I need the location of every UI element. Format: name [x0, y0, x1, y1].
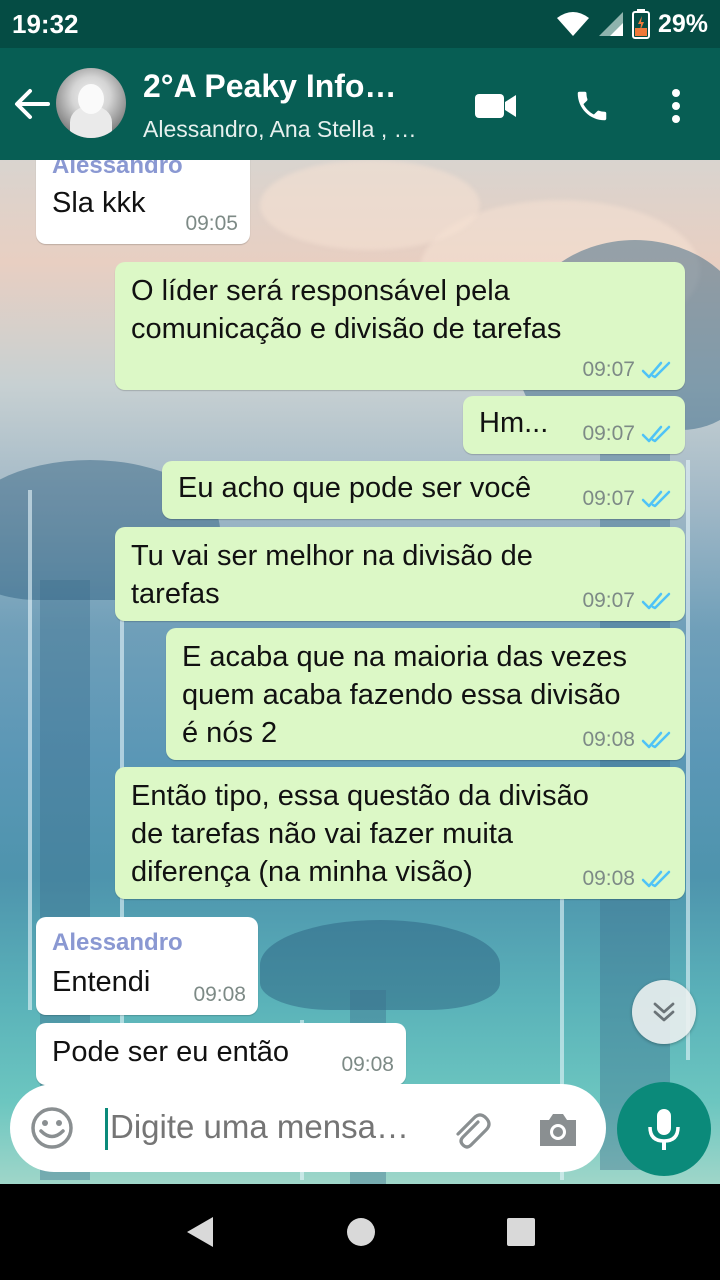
group-avatar[interactable]	[56, 68, 126, 138]
message-bubble-outgoing[interactable]: Hm... 09:07	[463, 396, 685, 454]
voice-message-button[interactable]	[617, 1082, 711, 1176]
message-time: 09:08	[193, 983, 246, 1006]
message-time: 09:07	[582, 487, 635, 510]
status-bar: 19:32 29%	[0, 0, 720, 48]
message-time: 09:08	[582, 728, 635, 751]
arrow-back-icon	[15, 89, 50, 119]
message-bubble-outgoing[interactable]: O líder será responsável pela comunicaçã…	[115, 262, 685, 390]
chat-title[interactable]: 2°A Peaky Info…	[143, 68, 396, 105]
double-check-icon	[641, 425, 671, 443]
chat-header: 2°A Peaky Info… Alessandro, Ana Stella ,…	[0, 48, 720, 160]
message-bubble-outgoing[interactable]: Tu vai ser melhor na divisão de tarefas …	[115, 527, 685, 621]
message-time: 09:07	[582, 358, 635, 381]
message-text: E acaba que na maioria das vezes quem ac…	[182, 641, 627, 749]
message-meta: 09:07	[582, 358, 673, 382]
double-check-icon	[641, 870, 671, 888]
message-text: Hm...	[479, 407, 549, 439]
double-check-icon	[641, 731, 671, 749]
text-caret	[105, 1108, 108, 1150]
camera-icon[interactable]	[536, 1108, 580, 1152]
message-sender: Alessandro	[52, 929, 183, 956]
nav-home-icon[interactable]	[345, 1216, 377, 1248]
message-text: Eu acho que pode ser você	[178, 472, 532, 504]
message-time: 09:08	[341, 1053, 394, 1076]
message-meta: 09:07	[582, 487, 673, 511]
wifi-icon	[556, 12, 589, 36]
message-meta: 09:08	[193, 983, 246, 1007]
video-call-button[interactable]	[474, 84, 518, 128]
back-button[interactable]	[10, 82, 54, 126]
message-text: Então tipo, essa questão da divisão de t…	[131, 780, 589, 888]
message-text: Sla kkk	[52, 187, 146, 219]
message-input[interactable]	[110, 1108, 430, 1146]
message-list[interactable]: Alessandro Sla kkk 09:05 O líder será re…	[0, 160, 720, 1184]
message-time: 09:08	[582, 867, 635, 890]
more-vert-icon	[672, 89, 680, 123]
message-meta: 09:08	[582, 728, 673, 752]
battery-percent: 29%	[657, 9, 708, 38]
phone-icon	[577, 91, 607, 121]
double-check-icon	[641, 361, 671, 379]
message-bubble-outgoing[interactable]: E acaba que na maioria das vezes quem ac…	[166, 628, 685, 760]
message-text: Entendi	[52, 966, 151, 998]
message-meta: 09:07	[582, 589, 673, 613]
message-time: 09:07	[582, 589, 635, 612]
chevrons-down-icon	[653, 1002, 675, 1022]
message-sender: Alessandro	[52, 160, 183, 179]
message-text: Tu vai ser melhor na divisão de tarefas	[131, 540, 533, 610]
message-bubble-outgoing[interactable]: Eu acho que pode ser você 09:07	[162, 461, 685, 519]
message-time: 09:05	[185, 212, 238, 235]
message-bubble-incoming[interactable]: Alessandro Sla kkk 09:05	[36, 160, 250, 244]
message-meta: 09:08	[582, 867, 673, 891]
message-meta: 09:08	[341, 1053, 394, 1077]
message-text: Pode ser eu então	[52, 1036, 290, 1068]
message-composer	[10, 1084, 606, 1172]
message-time: 09:07	[582, 422, 635, 445]
nav-recents-icon[interactable]	[506, 1217, 536, 1247]
emoji-icon[interactable]	[30, 1106, 74, 1150]
message-meta: 09:07	[582, 422, 673, 446]
attach-icon[interactable]	[448, 1108, 492, 1152]
message-bubble-incoming[interactable]: Alessandro Entendi 09:08	[36, 917, 258, 1015]
more-options-button[interactable]	[654, 84, 698, 128]
nav-back-icon[interactable]	[184, 1215, 216, 1249]
message-text: O líder será responsável pela comunicaçã…	[131, 275, 562, 345]
system-navigation-bar	[0, 1184, 720, 1280]
scroll-to-bottom-button[interactable]	[632, 980, 696, 1044]
status-time: 19:32	[12, 8, 79, 39]
message-bubble-incoming[interactable]: Pode ser eu então 09:08	[36, 1023, 406, 1085]
video-call-icon	[475, 94, 516, 118]
voice-call-button[interactable]	[570, 84, 614, 128]
mic-icon	[648, 1109, 680, 1150]
chat-participants[interactable]: Alessandro, Ana Stella , …	[143, 116, 417, 143]
signal-icon	[598, 12, 623, 36]
battery-icon	[631, 9, 650, 39]
double-check-icon	[641, 592, 671, 610]
status-icons: 29%	[556, 9, 708, 39]
message-bubble-outgoing[interactable]: Então tipo, essa questão da divisão de t…	[115, 767, 685, 899]
double-check-icon	[641, 490, 671, 508]
message-meta: 09:05	[185, 212, 238, 236]
